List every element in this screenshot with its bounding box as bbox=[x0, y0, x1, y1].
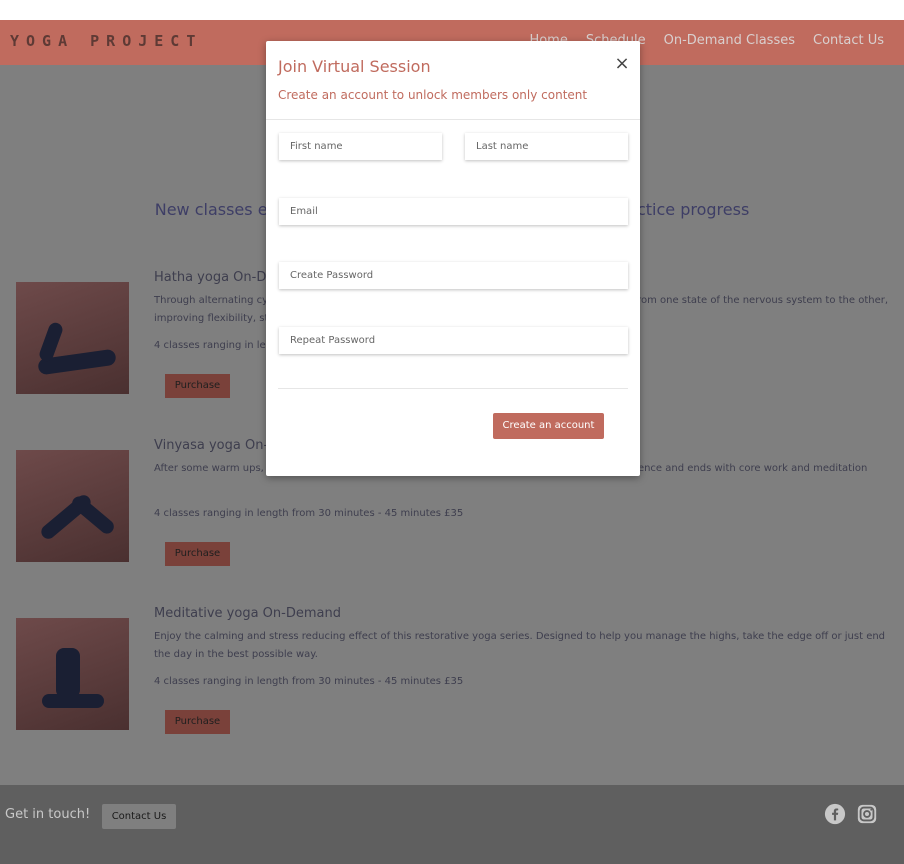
last-name-field[interactable] bbox=[465, 133, 628, 160]
course-meta: 4 classes ranging in length from 30 minu… bbox=[154, 508, 464, 519]
facebook-icon[interactable] bbox=[824, 803, 846, 825]
course-image-meditative bbox=[16, 618, 129, 730]
signup-modal: Join Virtual Session × Create an account… bbox=[266, 41, 640, 476]
course-image-vinyasa bbox=[16, 450, 129, 562]
create-password-field[interactable] bbox=[279, 262, 628, 289]
brand-logo[interactable]: YOGA PROJECT bbox=[10, 32, 202, 50]
course-meta: 4 classes ranging in length from 30 minu… bbox=[154, 676, 464, 687]
create-account-button[interactable]: Create an account bbox=[493, 413, 604, 439]
course-title: Meditative yoga On-Demand bbox=[154, 606, 341, 621]
nav-link-contact[interactable]: Contact Us bbox=[813, 33, 884, 48]
purchase-button[interactable]: Purchase bbox=[165, 710, 230, 734]
footer-text: Get in touch! bbox=[5, 807, 91, 822]
modal-footer-divider bbox=[278, 388, 628, 389]
browser-top-strip bbox=[0, 0, 904, 20]
modal-subtitle: Create an account to unlock members only… bbox=[278, 88, 588, 102]
modal-title: Join Virtual Session bbox=[278, 57, 431, 76]
nav-link-on-demand[interactable]: On-Demand Classes bbox=[664, 33, 795, 48]
footer: Get in touch! Contact Us bbox=[0, 785, 904, 864]
footer-contact-button[interactable]: Contact Us bbox=[102, 804, 176, 829]
purchase-button[interactable]: Purchase bbox=[165, 374, 230, 398]
purchase-button[interactable]: Purchase bbox=[165, 542, 230, 566]
course-image-hatha bbox=[16, 282, 129, 394]
course-description: Enjoy the calming and stress reducing ef… bbox=[154, 631, 886, 660]
email-field[interactable] bbox=[279, 198, 628, 225]
first-name-field[interactable] bbox=[279, 133, 442, 160]
modal-divider bbox=[266, 119, 640, 120]
repeat-password-field[interactable] bbox=[279, 327, 628, 354]
close-icon[interactable]: × bbox=[614, 53, 630, 74]
instagram-icon[interactable] bbox=[856, 803, 878, 825]
course-card-meditative: Meditative yoga On-Demand Enjoy the calm… bbox=[0, 604, 904, 772]
